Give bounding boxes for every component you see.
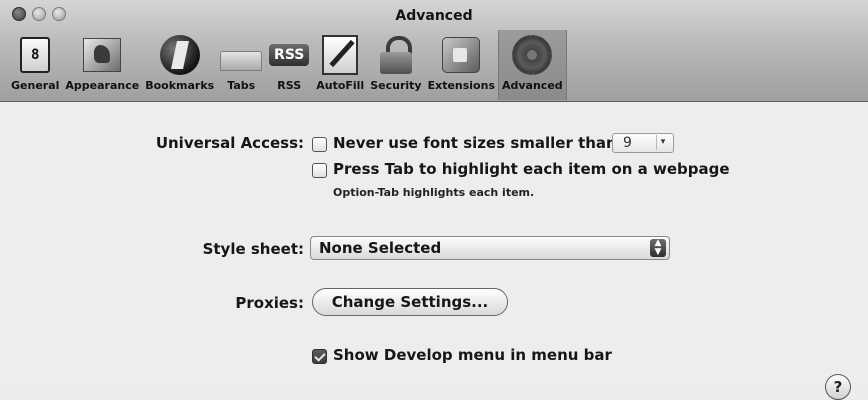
advanced-pane: Universal Access: Never use font sizes s… — [0, 102, 868, 385]
toolbar-item-advanced[interactable]: Advanced — [498, 30, 567, 100]
style-sheet-popup[interactable]: None Selected ▲ ▼ — [310, 236, 670, 260]
universal-access-label: Universal Access: — [155, 134, 304, 152]
up-down-arrows-icon: ▲ ▼ — [650, 239, 666, 257]
proxies-label: Proxies: — [235, 294, 304, 312]
toolbar-item-rss[interactable]: RSS RSS — [265, 30, 313, 100]
toolbar-item-label: Appearance — [65, 79, 140, 92]
develop-menu-label[interactable]: Show Develop menu in menu bar — [333, 346, 612, 364]
preferences-window: Advanced 8 General Appearance Bookmarks … — [0, 0, 868, 400]
lock-icon — [375, 34, 417, 76]
chevron-down-icon: ▾ — [656, 135, 669, 150]
style-sheet-value: None Selected — [319, 239, 442, 257]
window-title: Advanced — [395, 8, 473, 24]
autofill-icon — [319, 34, 361, 76]
min-font-size-label[interactable]: Never use font sizes smaller than — [333, 134, 617, 152]
extensions-icon — [440, 34, 482, 76]
toolbar-item-label: General — [11, 79, 60, 92]
tabs-icon — [220, 34, 263, 76]
develop-menu-checkbox[interactable] — [312, 349, 327, 364]
min-font-size-select[interactable]: 9 ▾ — [612, 133, 674, 153]
min-font-size-value: 9 — [623, 135, 632, 151]
toolbar-item-security[interactable]: Security — [367, 30, 424, 100]
toolbar-item-label: Security — [370, 79, 422, 92]
help-button[interactable]: ? — [825, 374, 851, 400]
tab-highlight-label[interactable]: Press Tab to highlight each item on a we… — [333, 160, 730, 178]
question-mark-icon: ? — [833, 378, 843, 396]
min-font-size-checkbox[interactable] — [312, 137, 327, 152]
bookmarks-icon — [159, 34, 201, 76]
toolbar-item-appearance[interactable]: Appearance — [62, 30, 142, 100]
toolbar-item-label: Advanced — [502, 79, 563, 92]
toolbar-item-extensions[interactable]: Extensions — [425, 30, 498, 100]
toolbar-item-bookmarks[interactable]: Bookmarks — [142, 30, 217, 100]
general-icon: 8 — [14, 34, 56, 76]
toolbar-item-label: Extensions — [427, 79, 495, 92]
toolbar-item-label: Tabs — [227, 79, 256, 92]
toolbar-item-autofill[interactable]: AutoFill — [313, 30, 367, 100]
gear-icon — [511, 34, 553, 76]
appearance-icon — [81, 34, 123, 76]
change-settings-button[interactable]: Change Settings... — [312, 288, 508, 316]
toolbar-item-tabs[interactable]: Tabs — [217, 30, 265, 100]
toolbar-item-label: AutoFill — [316, 79, 365, 92]
toolbar-items: 8 General Appearance Bookmarks Tabs RSS … — [8, 30, 567, 100]
style-sheet-label: Style sheet: — [202, 240, 304, 258]
tab-highlight-hint: Option-Tab highlights each item. — [333, 186, 535, 199]
tab-highlight-checkbox[interactable] — [312, 163, 327, 178]
toolbar-item-label: Bookmarks — [145, 79, 215, 92]
toolbar-item-general[interactable]: 8 General — [8, 30, 62, 100]
toolbar-item-label: RSS — [277, 79, 302, 92]
rss-icon: RSS — [268, 34, 310, 76]
toolbar: Advanced 8 General Appearance Bookmarks … — [0, 0, 868, 102]
